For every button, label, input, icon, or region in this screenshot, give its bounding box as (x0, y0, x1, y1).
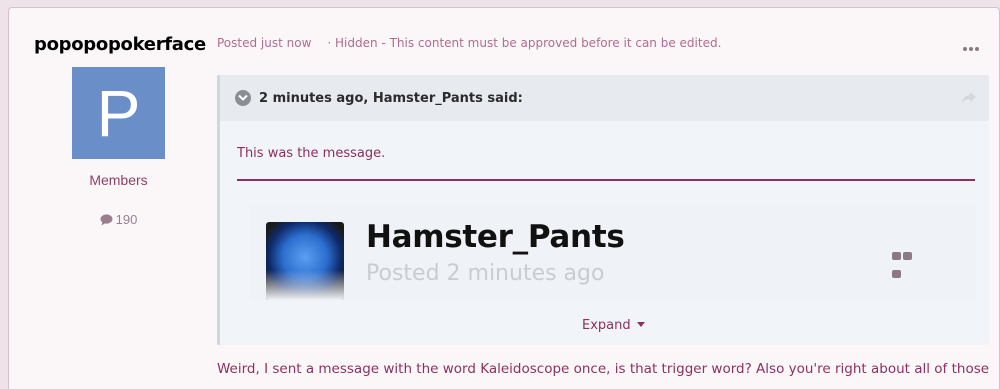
embed-avatar (266, 222, 344, 300)
post-menu-button[interactable] (963, 38, 983, 51)
post-meta: Posted just now · Hidden - This content m… (217, 36, 721, 50)
posted-time[interactable]: Posted just now (217, 36, 311, 50)
post-body-text: Weird, I sent a message with the word Ka… (217, 361, 990, 377)
author-name[interactable]: popopopokerface (34, 34, 206, 55)
chevron-down-icon[interactable] (235, 90, 251, 106)
ellipsis-icon (963, 38, 981, 55)
embed-posted-time: Posted 2 minutes ago (366, 261, 605, 286)
quote-block: 2 minutes ago, Hamster_Pants said: This … (217, 75, 989, 345)
hidden-notice: · Hidden - This content must be approved… (327, 36, 722, 50)
author-group: Members (89, 172, 148, 188)
quote-header: 2 minutes ago, Hamster_Pants said: (220, 75, 989, 121)
post-container: popopopokerface P Members 190 Posted jus… (8, 7, 1000, 389)
caret-down-icon (636, 322, 645, 327)
quote-divider (237, 179, 975, 181)
expand-label: Expand (582, 318, 631, 333)
embedded-post-card[interactable]: Hamster_Pants Posted 2 minutes ago (250, 205, 976, 300)
embed-author-name: Hamster_Pants (366, 219, 625, 255)
embed-menu-icon (892, 247, 924, 278)
quoted-message: This was the message. (237, 146, 386, 161)
author-avatar[interactable]: P (72, 67, 165, 159)
speech-bubble-icon (100, 214, 113, 229)
author-post-count: 190 (9, 212, 228, 229)
expand-button[interactable]: Expand (582, 318, 645, 333)
share-icon[interactable] (961, 91, 977, 105)
post-count-value: 190 (115, 212, 138, 227)
quote-citation: 2 minutes ago, Hamster_Pants said: (259, 91, 523, 106)
